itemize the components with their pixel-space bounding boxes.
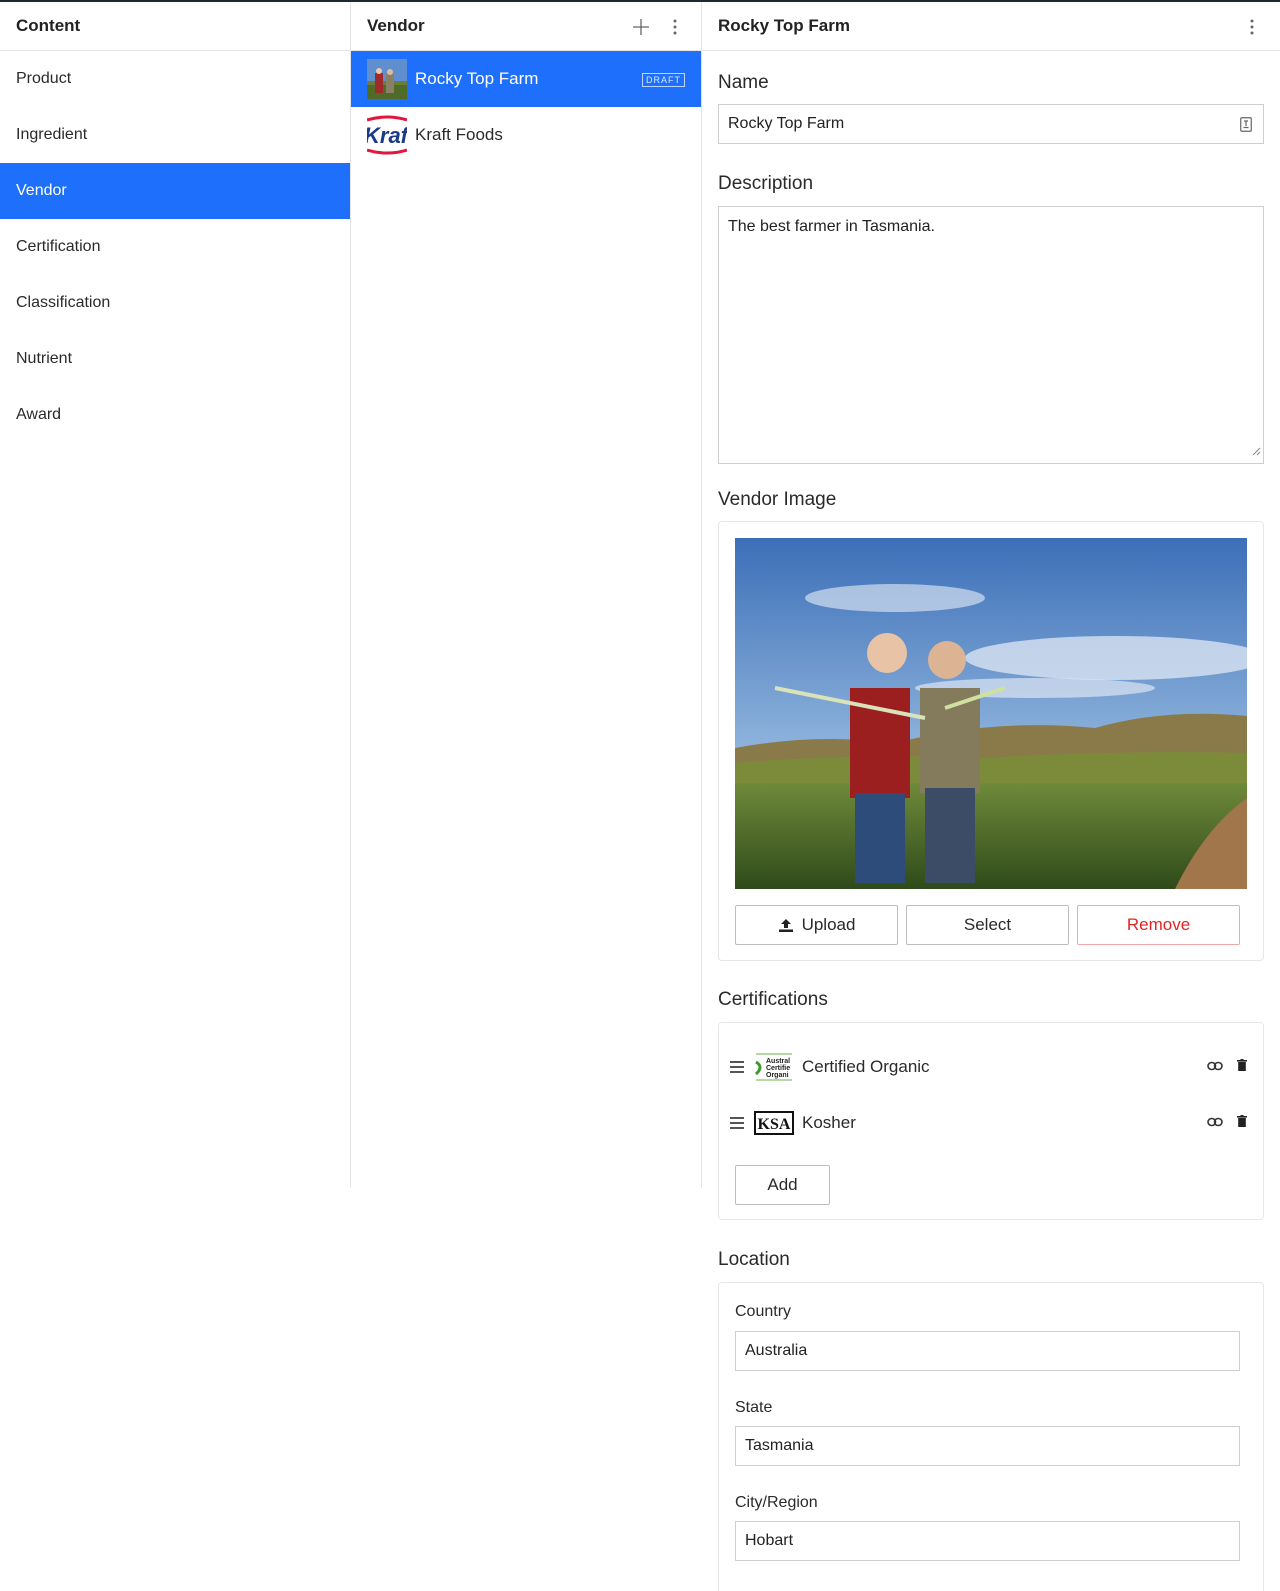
list-item: KSA Kosher [719,1095,1263,1151]
document-pane-header: Rocky Top Farm [702,2,1280,51]
content-item-label: Certification [16,238,101,255]
content-pane: Content Product Ingredient Vendor Certif… [0,2,351,1188]
description-label: Description [718,173,814,194]
document-pane: Rocky Top Farm Name Rocky Top Farm Descr… [702,2,1280,1591]
state-field[interactable]: Tasmania [735,1426,1240,1466]
plus-icon[interactable] [625,11,657,43]
content-item-label: Classification [16,294,111,311]
content-item-vendor[interactable]: Vendor [0,163,350,219]
document-field-icon [1240,117,1252,137]
content-item-label: Award [16,406,62,423]
kraft-logo-thumbnail: Kraf [367,115,407,155]
trash-icon[interactable] [1237,1058,1247,1076]
add-certification-button[interactable]: Add [735,1165,830,1205]
content-type-list: Product Ingredient Vendor Certification … [0,51,350,443]
content-item-label: Vendor [16,182,67,199]
certifications-card: Austral Certifie Organi Certified Organi… [718,1022,1264,1220]
vendor-image-label: Vendor Image [718,489,837,510]
description-textarea[interactable]: The best farmer in Tasmania. [718,206,1264,464]
list-item: Austral Certifie Organi Certified Organi… [719,1039,1263,1095]
country-field[interactable]: Australia [735,1331,1240,1371]
link-icon[interactable] [1207,1058,1223,1076]
drag-handle-icon[interactable] [730,1061,744,1073]
select-button[interactable]: Select [906,905,1069,945]
vendor-image-preview [735,538,1247,889]
description-value: The best farmer in Tasmania. [728,218,935,235]
location-card: Country Australia State Tasmania City/Re… [718,1282,1264,1591]
upload-label: Upload [801,915,856,934]
upload-icon [778,918,794,933]
content-item-ingredient[interactable]: Ingredient [0,107,350,163]
add-label: Add [767,1175,798,1194]
content-item-award[interactable]: Award [0,387,350,443]
state-label: State [735,1399,773,1416]
vendor-item-rocky-top-farm[interactable]: Rocky Top Farm DRAFT [351,51,701,107]
kosher-logo-text: KSA [758,1116,791,1133]
resize-handle-icon[interactable] [1252,443,1261,461]
organic-logo-line-1: Austral [766,1058,790,1065]
organic-logo-line-2: Certifie [766,1065,790,1072]
svg-text:Kraf: Kraf [367,123,407,148]
kosher-logo-icon: KSA [754,1108,794,1138]
content-item-label: Nutrient [16,350,73,367]
select-label: Select [963,915,1012,934]
organic-logo-line-3: Organi [766,1072,789,1079]
certification-name: Kosher [802,1113,856,1132]
content-pane-header: Content [0,2,350,51]
name-value: Rocky Top Farm [728,115,845,132]
remove-label: Remove [1126,915,1191,934]
certifications-label: Certifications [718,989,828,1010]
state-value: Tasmania [745,1437,814,1454]
vendor-image-card: Upload Select Remove [718,521,1264,961]
content-item-label: Product [16,70,72,87]
drag-handle-icon[interactable] [730,1117,744,1129]
vendor-pane-title: Vendor [367,16,425,35]
vendor-item-kraft-foods[interactable]: Kraf Kraft Foods [351,107,701,163]
country-value: Australia [745,1342,808,1359]
kebab-icon[interactable] [659,11,691,43]
vendor-list: Rocky Top Farm DRAFT Kraf Kraft Foods [351,51,701,163]
content-item-classification[interactable]: Classification [0,275,350,331]
city-label: City/Region [735,1494,818,1511]
trash-icon[interactable] [1237,1114,1247,1132]
draft-badge: DRAFT [642,73,685,87]
location-label: Location [718,1249,790,1270]
document-title: Rocky Top Farm [718,16,850,35]
name-field[interactable]: Rocky Top Farm [718,104,1264,144]
link-icon[interactable] [1207,1114,1223,1132]
kebab-icon[interactable] [1236,11,1268,43]
vendor-item-name: Rocky Top Farm [415,69,539,88]
vendor-item-name: Kraft Foods [415,125,503,144]
content-pane-title: Content [16,16,81,35]
content-item-nutrient[interactable]: Nutrient [0,331,350,387]
city-value: Hobart [745,1532,794,1549]
content-item-label: Ingredient [16,126,88,143]
remove-button[interactable]: Remove [1077,905,1240,945]
city-field[interactable]: Hobart [735,1521,1240,1561]
content-item-certification[interactable]: Certification [0,219,350,275]
vendor-pane-header: Vendor [351,2,701,51]
country-label: Country [735,1303,792,1320]
farm-photo-thumbnail [367,59,407,99]
organic-logo-icon: Austral Certifie Organi [754,1052,794,1082]
certification-name: Certified Organic [802,1057,930,1076]
content-item-product[interactable]: Product [0,51,350,107]
upload-button[interactable]: Upload [735,905,898,945]
vendor-pane: Vendor Rocky Top Farm DRAFT Kraf Kraft F… [351,2,702,1188]
name-label: Name [718,72,769,93]
